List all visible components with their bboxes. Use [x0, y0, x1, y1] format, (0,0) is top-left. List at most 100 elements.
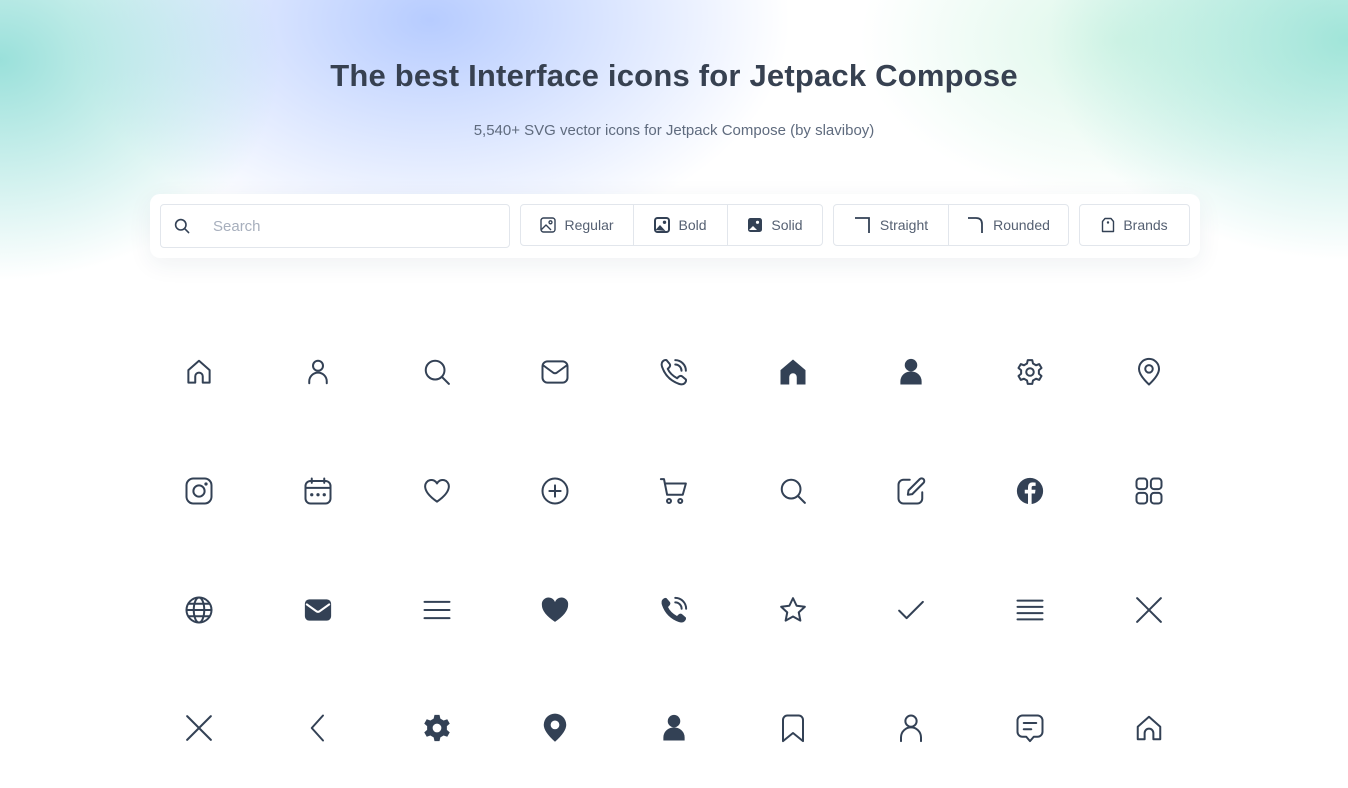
close-bold-icon: [186, 715, 213, 742]
corner-filter-group: Straight Rounded: [833, 204, 1069, 246]
icon-tile[interactable]: [140, 669, 259, 788]
page-title: The best Interface icons for Jetpack Com…: [330, 58, 1018, 93]
icon-tile[interactable]: [1089, 669, 1208, 788]
user-solid-small-icon: [663, 715, 685, 741]
filter-toolbar: Regular Bold Solid Straight: [150, 194, 1200, 258]
filter-straight-label: Straight: [879, 217, 929, 233]
search-bold-icon: [780, 478, 806, 504]
filter-bold-button[interactable]: Bold: [633, 205, 727, 245]
location-pin-icon: [1137, 358, 1160, 386]
icon-tile[interactable]: [377, 432, 496, 551]
cart-icon: [659, 478, 687, 504]
icon-tile[interactable]: [1089, 313, 1208, 432]
icon-tile[interactable]: [377, 313, 496, 432]
style-filter-group: Regular Bold Solid: [520, 204, 823, 246]
phone-call-solid-icon: [661, 596, 688, 623]
icon-tile[interactable]: [852, 313, 971, 432]
close-icon: [1135, 596, 1162, 623]
star-icon: [779, 596, 806, 622]
icon-tile[interactable]: [615, 313, 734, 432]
icon-tile[interactable]: [971, 550, 1090, 669]
edit-icon: [897, 477, 926, 505]
icon-tile[interactable]: [615, 669, 734, 788]
settings-icon: [1017, 359, 1043, 386]
home-icon: [187, 360, 211, 384]
icon-grid: [140, 313, 1208, 788]
filter-solid-button[interactable]: Solid: [727, 205, 822, 245]
icon-tile[interactable]: [971, 432, 1090, 551]
home-solid-icon: [780, 359, 806, 385]
check-icon: [898, 600, 925, 619]
phone-call-icon: [660, 359, 687, 386]
filter-bold-label: Bold: [678, 217, 707, 233]
icon-tile[interactable]: [733, 669, 852, 788]
icon-tile[interactable]: [377, 550, 496, 669]
globe-icon: [185, 596, 213, 624]
page-subtitle: 5,540+ SVG vector icons for Jetpack Comp…: [473, 122, 875, 139]
chevron-left-icon: [310, 714, 324, 742]
icon-tile[interactable]: [259, 669, 378, 788]
search-input[interactable]: [213, 205, 493, 247]
search-icon: [424, 360, 450, 386]
filter-regular-button[interactable]: Regular: [521, 205, 633, 245]
user-thin-icon: [900, 714, 923, 743]
icon-tile[interactable]: [496, 313, 615, 432]
calendar-icon: [304, 477, 332, 505]
icon-tile[interactable]: [615, 550, 734, 669]
image-bold-icon: [654, 217, 671, 233]
icon-tile[interactable]: [259, 313, 378, 432]
icon-tile[interactable]: [377, 669, 496, 788]
image-solid-icon: [748, 218, 763, 232]
mail-solid-icon: [304, 599, 332, 621]
icon-tile[interactable]: [971, 313, 1090, 432]
search-box: [160, 204, 510, 248]
icon-tile[interactable]: [140, 313, 259, 432]
icon-tile[interactable]: [259, 432, 378, 551]
add-circle-icon: [541, 477, 569, 505]
image-outline-icon: [540, 217, 557, 233]
menu-icon: [423, 600, 451, 619]
apps-grid-icon: [1135, 477, 1163, 505]
search-icon: [174, 218, 190, 234]
facebook-icon: [1016, 477, 1044, 505]
heart-solid-icon: [542, 597, 569, 622]
filter-solid-label: Solid: [771, 217, 803, 233]
mail-icon: [541, 360, 569, 384]
filter-rounded-label: Rounded: [993, 217, 1050, 233]
icon-tile[interactable]: [496, 669, 615, 788]
user-icon: [308, 360, 328, 385]
filter-brands-label: Brands: [1123, 217, 1168, 233]
settings-solid-icon: [423, 715, 450, 742]
icon-tile[interactable]: [140, 550, 259, 669]
corner-straight-icon: [854, 217, 870, 233]
icon-tile[interactable]: [1089, 550, 1208, 669]
instagram-icon: [185, 477, 213, 505]
filter-regular-label: Regular: [564, 217, 614, 233]
icon-tile[interactable]: [971, 669, 1090, 788]
filter-rounded-button[interactable]: Rounded: [948, 205, 1068, 245]
tag-icon: [1102, 217, 1115, 233]
home-alt-icon: [1136, 716, 1161, 741]
icon-tile[interactable]: [733, 313, 852, 432]
icon-tile[interactable]: [852, 432, 971, 551]
icon-tile[interactable]: [496, 432, 615, 551]
brands-filter-group: Brands: [1079, 204, 1190, 246]
icon-tile[interactable]: [615, 432, 734, 551]
icon-tile[interactable]: [259, 550, 378, 669]
filter-brands-button[interactable]: Brands: [1080, 205, 1189, 245]
comment-text-icon: [1016, 714, 1044, 743]
icon-tile[interactable]: [496, 550, 615, 669]
icon-tile[interactable]: [1089, 432, 1208, 551]
corner-rounded-icon: [968, 217, 983, 233]
icon-tile[interactable]: [140, 432, 259, 551]
icon-tile[interactable]: [852, 550, 971, 669]
icon-tile[interactable]: [852, 669, 971, 788]
filter-straight-button[interactable]: Straight: [834, 205, 948, 245]
user-solid-icon: [900, 359, 922, 385]
text-align-justify-icon: [1016, 599, 1044, 621]
heart-icon: [423, 478, 450, 503]
location-pin-solid-icon: [544, 713, 567, 743]
bookmark-icon: [781, 714, 804, 743]
icon-tile[interactable]: [733, 432, 852, 551]
icon-tile[interactable]: [733, 550, 852, 669]
